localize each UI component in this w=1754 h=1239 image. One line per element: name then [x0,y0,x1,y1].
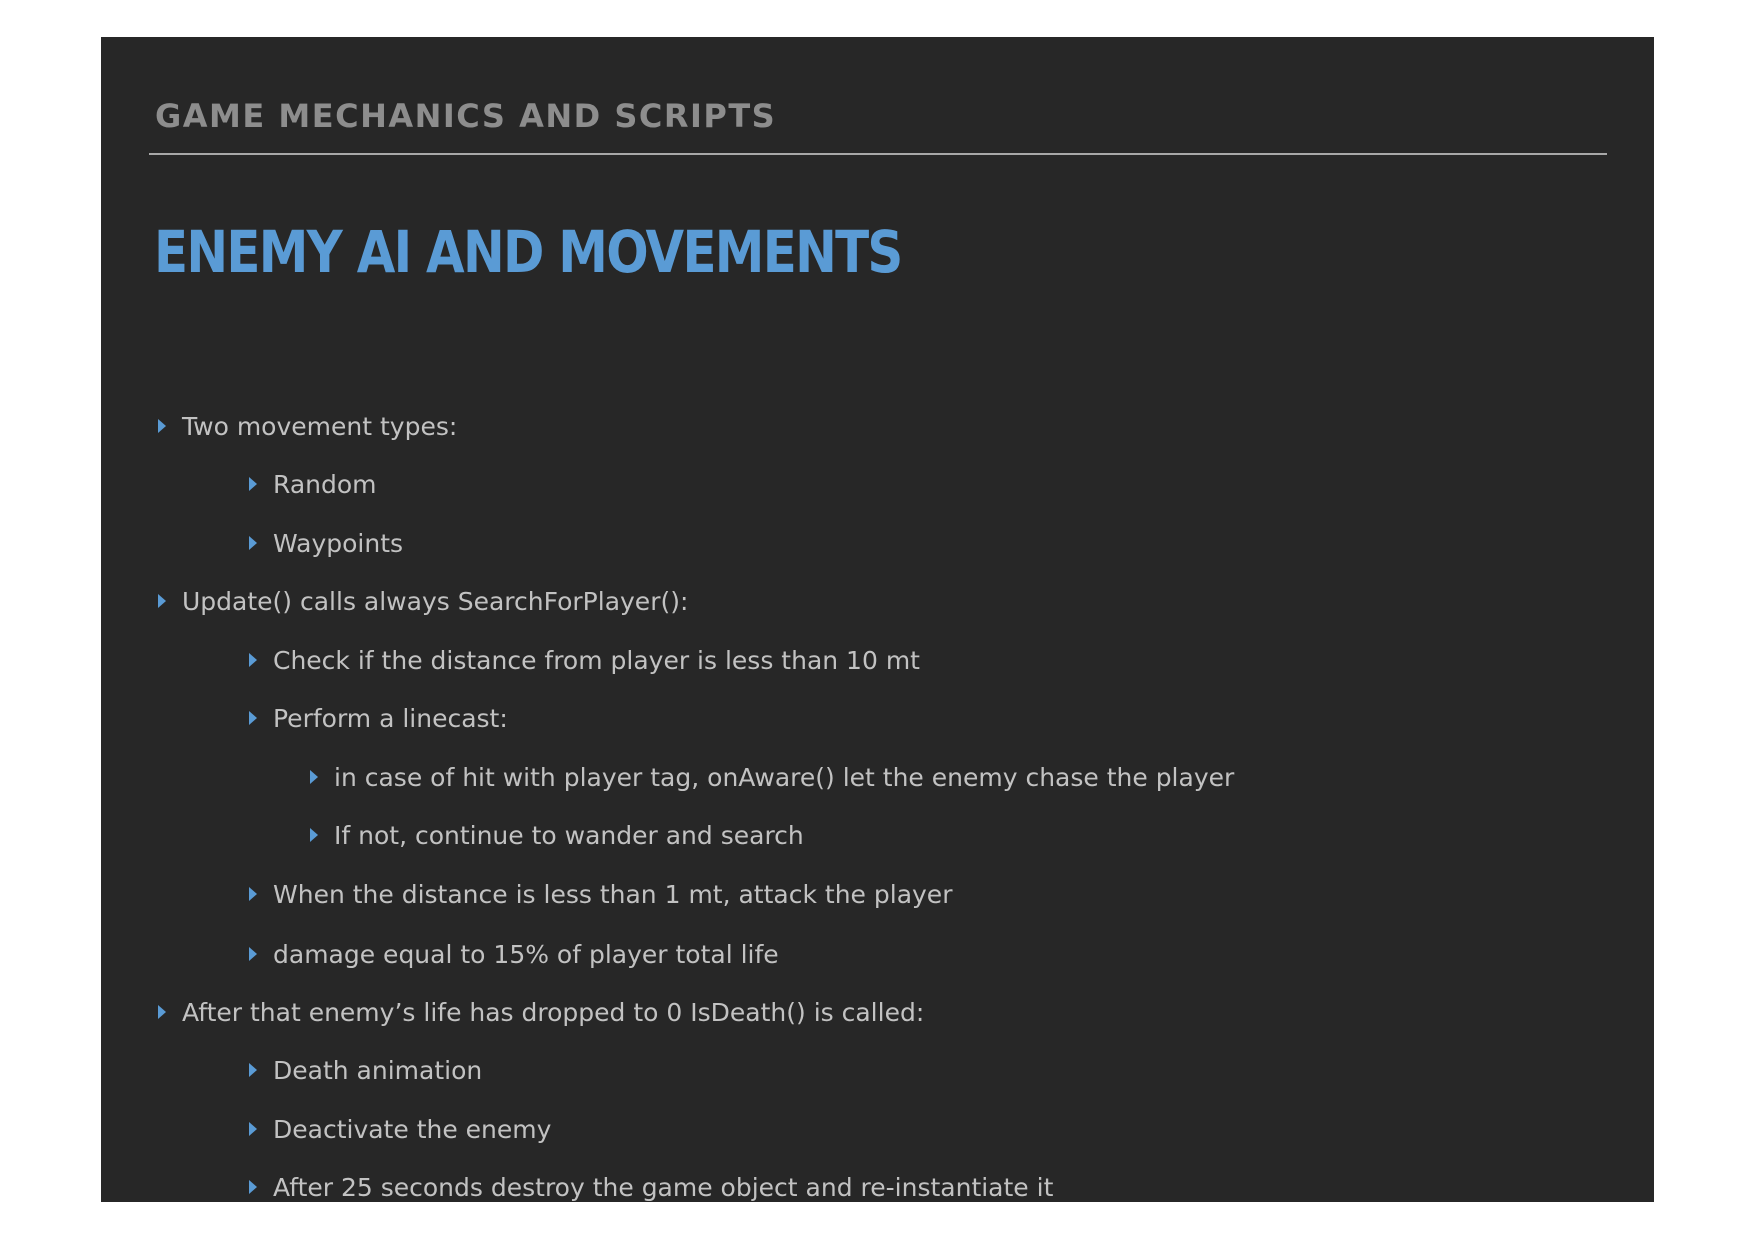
bullet-item: After 25 seconds destroy the game object… [249,1169,1053,1205]
bullet-item: Perform a linecast: [249,700,508,736]
bullet-text: Two movement types: [182,411,458,441]
bullet-item: Check if the distance from player is les… [249,642,920,678]
section-title: GAME MECHANICS AND SCRIPTS [155,97,777,135]
bullet-text: Deactivate the enemy [273,1114,552,1144]
bullet-text: damage equal to 15% of player total life [273,939,779,969]
bullet-text: Random [273,469,377,499]
bullet-arrow-icon [249,477,257,491]
bullet-arrow-icon [249,1180,257,1194]
bullet-item: Update() calls always SearchForPlayer(): [158,583,688,619]
bullet-item: After that enemy’s life has dropped to 0… [158,994,924,1030]
slide: GAME MECHANICS AND SCRIPTS ENEMY AI AND … [101,37,1654,1202]
bullet-text: Perform a linecast: [273,703,508,733]
header-divider [149,153,1607,155]
bullet-text: When the distance is less than 1 mt, att… [273,879,953,909]
bullet-arrow-icon [249,947,257,961]
bullet-arrow-icon [158,419,166,433]
bullet-text: Waypoints [273,528,404,558]
bullet-item: Two movement types: [158,408,457,444]
bullet-item: Deactivate the enemy [249,1111,551,1147]
bullet-arrow-icon [310,770,318,784]
bullet-arrow-icon [249,536,257,550]
bullet-text: Update() calls always SearchForPlayer(): [182,586,689,616]
bullet-arrow-icon [249,653,257,667]
bullet-item: When the distance is less than 1 mt, att… [249,876,952,912]
bullet-text: After that enemy’s life has dropped to 0… [182,997,925,1027]
bullet-arrow-icon [249,711,257,725]
bullet-text: Death animation [273,1055,483,1085]
bullet-item: Death animation [249,1052,482,1088]
bullet-arrow-icon [310,828,318,842]
slide-title: ENEMY AI AND MOVEMENTS [154,218,903,286]
bullet-arrow-icon [158,594,166,608]
bullet-arrow-icon [249,1063,257,1077]
bullet-arrow-icon [249,887,257,901]
bullet-item: Random [249,466,377,502]
bullet-item: damage equal to 15% of player total life [249,936,779,972]
bullet-item: Waypoints [249,525,403,561]
bullet-item: If not, continue to wander and search [310,817,804,853]
bullet-text: in case of hit with player tag, onAware(… [334,762,1235,792]
bullet-text: Check if the distance from player is les… [273,645,920,675]
bullet-text: After 25 seconds destroy the game object… [273,1172,1054,1202]
bullet-arrow-icon [249,1122,257,1136]
bullet-item: in case of hit with player tag, onAware(… [310,759,1234,795]
bullet-text: If not, continue to wander and search [334,820,804,850]
bullet-arrow-icon [158,1005,166,1019]
